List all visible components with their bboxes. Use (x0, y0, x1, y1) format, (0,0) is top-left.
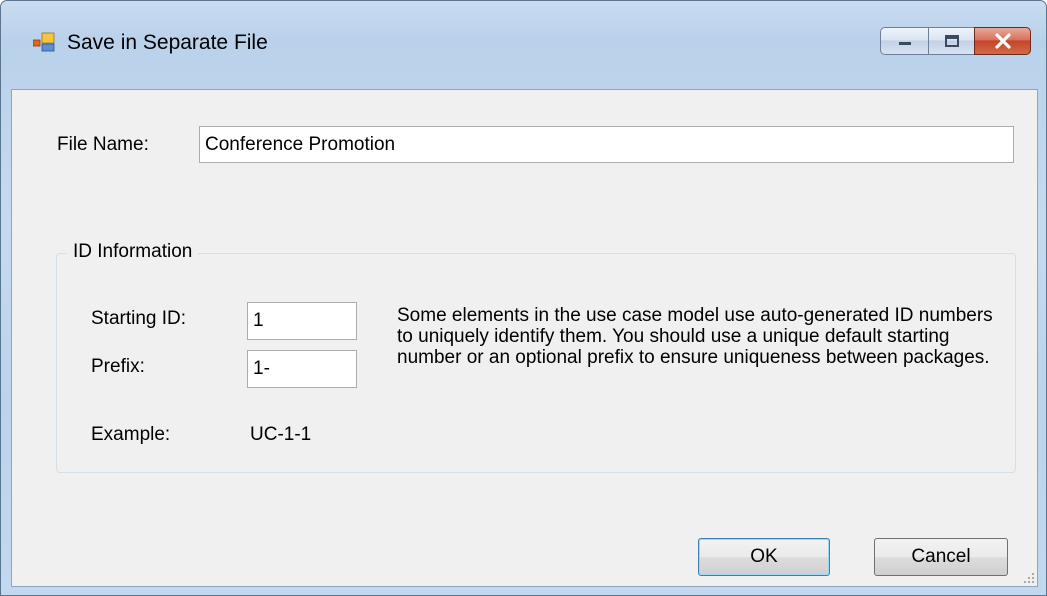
starting-id-input[interactable] (247, 302, 357, 340)
file-name-input[interactable] (199, 126, 1014, 163)
maximize-button[interactable] (928, 27, 975, 55)
caption-buttons (880, 27, 1031, 55)
file-name-label: File Name: (57, 134, 149, 155)
minimize-icon (898, 42, 911, 45)
group-title: ID Information (67, 241, 199, 263)
id-description: Some elements in the use case model use … (397, 305, 993, 368)
ok-button[interactable]: OK (698, 538, 830, 576)
window-title: Save in Separate File (67, 31, 268, 54)
dialog-window: Save in Separate File File Name: Confere… (0, 0, 1047, 596)
example-label: Example: (91, 424, 171, 445)
dialog-body: File Name: ID Information Starting ID: P… (11, 89, 1038, 587)
maximize-icon (944, 35, 959, 47)
minimize-button[interactable] (880, 27, 929, 55)
resize-grip-icon[interactable] (1021, 570, 1035, 584)
cancel-button[interactable]: Cancel (874, 538, 1008, 576)
close-icon (994, 33, 1011, 49)
prefix-label: Prefix: (91, 356, 145, 377)
prefix-input[interactable] (247, 350, 357, 388)
title-bar[interactable]: Save in Separate File (1, 1, 1046, 89)
example-value: UC-1-1 (250, 424, 312, 445)
close-button[interactable] (974, 27, 1031, 55)
starting-id-label: Starting ID: (91, 308, 187, 329)
app-window-icon (33, 32, 55, 52)
